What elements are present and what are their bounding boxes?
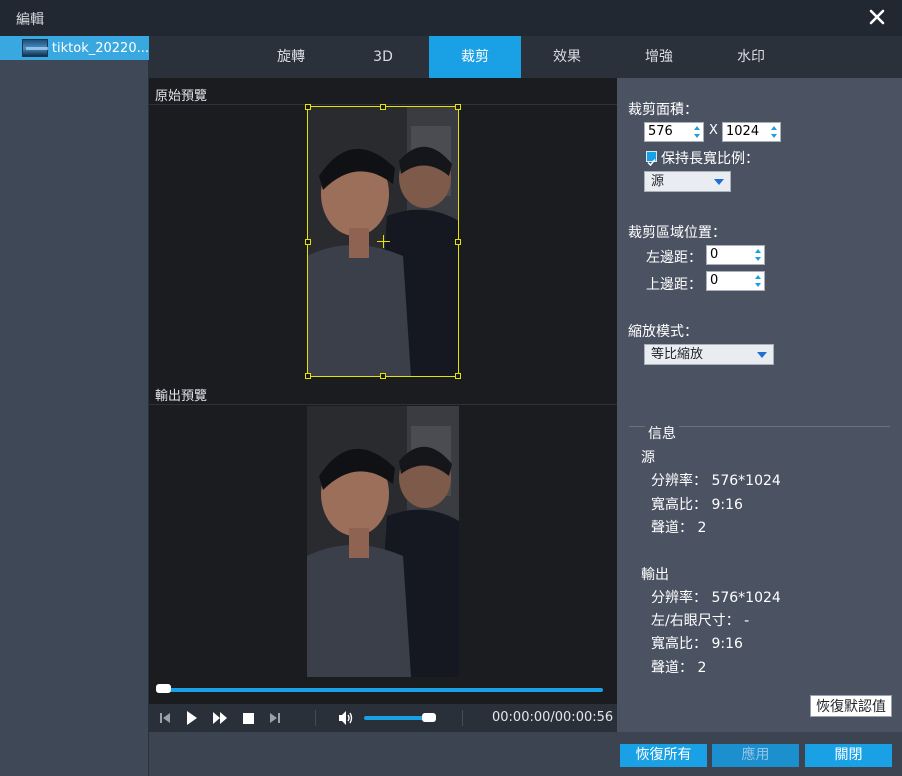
seek-bar[interactable] <box>156 688 603 692</box>
play-icon[interactable] <box>182 704 202 732</box>
crop-handle[interactable] <box>380 373 386 379</box>
volume-handle[interactable] <box>422 713 436 722</box>
top-margin-value: 0 <box>710 273 719 288</box>
divider <box>462 710 463 726</box>
spinner-arrows-icon[interactable] <box>754 248 762 262</box>
previous-icon[interactable] <box>155 704 175 732</box>
left-margin-value: 0 <box>710 247 719 262</box>
crop-handle[interactable] <box>305 239 311 245</box>
source-title: 源 <box>641 450 655 466</box>
spinner-arrows-icon[interactable] <box>693 125 701 139</box>
volume-icon[interactable] <box>335 704 357 732</box>
file-list: tiktok_20220... <box>0 36 149 776</box>
output-title: 輸出 <box>641 567 669 583</box>
keep-ratio-label: 保持長寬比例： <box>661 151 759 167</box>
title-bar: 編輯 <box>0 0 902 36</box>
crop-width-value: 576 <box>648 124 673 139</box>
time-display: 00:00:00/00:00:56 <box>492 710 614 725</box>
crop-handle[interactable] <box>455 104 461 110</box>
file-item[interactable]: tiktok_20220... <box>0 36 149 60</box>
ratio-dropdown[interactable]: 源 <box>644 171 731 192</box>
next-icon[interactable] <box>265 704 285 732</box>
crop-handle[interactable] <box>455 239 461 245</box>
fast-forward-icon[interactable] <box>209 704 231 732</box>
check-icon <box>647 159 656 167</box>
window-title: 編輯 <box>16 12 44 28</box>
output-channels: 聲道： 2 <box>651 660 707 676</box>
tab-3d[interactable]: 3D <box>337 36 429 78</box>
crop-handle[interactable] <box>455 373 461 379</box>
source-resolution: 分辨率： 576*1024 <box>651 473 781 489</box>
restore-all-button[interactable]: 恢復所有 <box>620 744 707 767</box>
crop-width-input[interactable]: 576 <box>644 122 704 142</box>
tab-watermark[interactable]: 水印 <box>705 36 797 78</box>
output-resolution: 分辨率： 576*1024 <box>651 590 781 606</box>
tab-rotate[interactable]: 旋轉 <box>245 36 337 78</box>
file-name: tiktok_20220... <box>51 40 149 56</box>
apply-button[interactable]: 應用 <box>712 744 799 767</box>
output-eye-size: 左/右眼尺寸： - <box>651 613 750 629</box>
close-icon[interactable] <box>866 6 888 28</box>
top-margin-label: 上邊距： <box>646 277 702 293</box>
keep-ratio-checkbox[interactable] <box>646 151 657 167</box>
left-margin-label: 左邊距： <box>646 250 702 266</box>
divider <box>149 404 617 405</box>
tab-enhance[interactable]: 增強 <box>613 36 705 78</box>
crop-frame[interactable] <box>305 104 461 379</box>
restore-default-button[interactable]: 恢復默認值 <box>810 695 892 717</box>
zoom-mode-dropdown[interactable]: 等比縮放 <box>644 344 774 365</box>
spinner-arrows-icon[interactable] <box>754 274 762 288</box>
chevron-down-icon <box>757 352 767 358</box>
spinner-arrows-icon[interactable] <box>770 125 778 139</box>
crop-position-label: 裁剪區域位置： <box>628 225 726 241</box>
group-border <box>679 426 890 427</box>
close-button[interactable]: 關閉 <box>805 744 892 767</box>
bottom-bar: 恢復所有 應用 關閉 <box>149 732 902 776</box>
crop-area-label: 裁剪面積： <box>628 102 698 118</box>
crop-center-icon <box>383 235 384 248</box>
ratio-value: 源 <box>651 174 665 189</box>
output-preview-image <box>307 406 459 677</box>
output-preview-label: 輸出預覽 <box>155 389 208 404</box>
crop-handle[interactable] <box>305 373 311 379</box>
divider <box>315 710 316 726</box>
chevron-down-icon <box>714 179 724 185</box>
dimension-separator: X <box>709 123 718 138</box>
stop-icon[interactable] <box>238 704 258 732</box>
tab-bar: 旋轉 3D 裁剪 效果 增強 水印 <box>149 36 902 78</box>
source-channels: 聲道： 2 <box>651 520 707 536</box>
tab-effect[interactable]: 效果 <box>521 36 613 78</box>
crop-height-value: 1024 <box>726 124 760 139</box>
seek-handle[interactable] <box>156 684 171 693</box>
crop-handle[interactable] <box>305 104 311 110</box>
preview-area: 原始預覽 輸出預覽 <box>149 78 617 704</box>
zoom-mode-value: 等比縮放 <box>651 347 704 362</box>
video-thumbnail <box>22 39 48 57</box>
crop-height-input[interactable]: 1024 <box>722 122 781 142</box>
top-margin-input[interactable]: 0 <box>706 271 765 291</box>
output-aspect: 寬高比： 9:16 <box>651 636 743 652</box>
playback-controls: 00:00:00/00:00:56 <box>149 704 617 732</box>
left-margin-input[interactable]: 0 <box>706 245 765 265</box>
crop-settings-panel: 裁剪面積： 576 X 1024 保持長寬比例： 源 裁剪區域位置： 左邊距： … <box>617 78 902 742</box>
crop-handle[interactable] <box>380 104 386 110</box>
tab-crop[interactable]: 裁剪 <box>429 36 521 78</box>
original-preview-label: 原始預覽 <box>155 89 208 104</box>
group-border <box>629 426 645 427</box>
zoom-mode-label: 縮放模式： <box>628 324 698 340</box>
info-title: 信息 <box>648 426 676 442</box>
source-aspect: 寬高比： 9:16 <box>651 497 743 513</box>
